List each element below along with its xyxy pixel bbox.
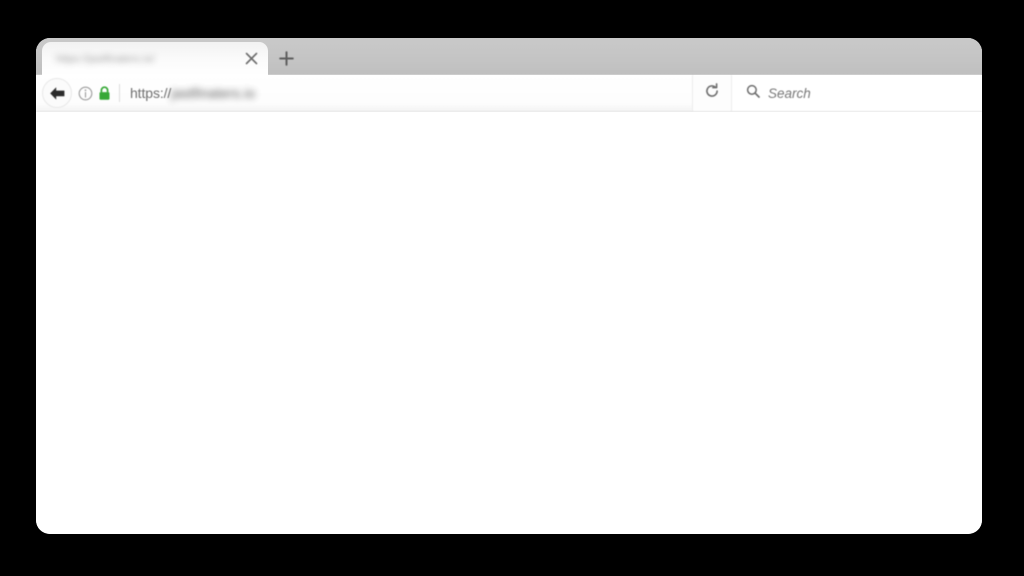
lock-icon[interactable] xyxy=(98,85,111,101)
info-icon[interactable] xyxy=(78,86,93,101)
search-placeholder-text: Search xyxy=(768,85,811,101)
browser-tab-active[interactable]: https://jastfinaters.io/ xyxy=(42,42,268,75)
tab-close-icon[interactable] xyxy=(238,46,264,72)
url-input[interactable]: https:// jastfinaters.io xyxy=(120,75,692,111)
search-icon xyxy=(746,84,760,103)
browser-window: https://jastfinaters.io/ https:// jastfi… xyxy=(36,38,982,534)
search-input[interactable]: Search xyxy=(732,75,982,111)
back-button[interactable] xyxy=(40,78,74,108)
url-scheme-text: https:// xyxy=(130,85,172,101)
new-tab-icon[interactable] xyxy=(268,42,304,75)
reload-icon xyxy=(704,82,720,104)
page-content-area[interactable] xyxy=(36,112,982,534)
navigation-toolbar: https:// jastfinaters.io Search xyxy=(36,75,982,112)
tab-strip: https://jastfinaters.io/ xyxy=(36,38,982,75)
site-identity-box[interactable] xyxy=(74,85,119,101)
back-arrow-icon xyxy=(42,78,72,108)
url-host-text: jastfinaters.io xyxy=(171,85,256,101)
desktop-background: https://jastfinaters.io/ https:// jastfi… xyxy=(0,0,1024,576)
reload-button[interactable] xyxy=(693,75,731,111)
tab-title: https://jastfinaters.io/ xyxy=(56,52,155,65)
